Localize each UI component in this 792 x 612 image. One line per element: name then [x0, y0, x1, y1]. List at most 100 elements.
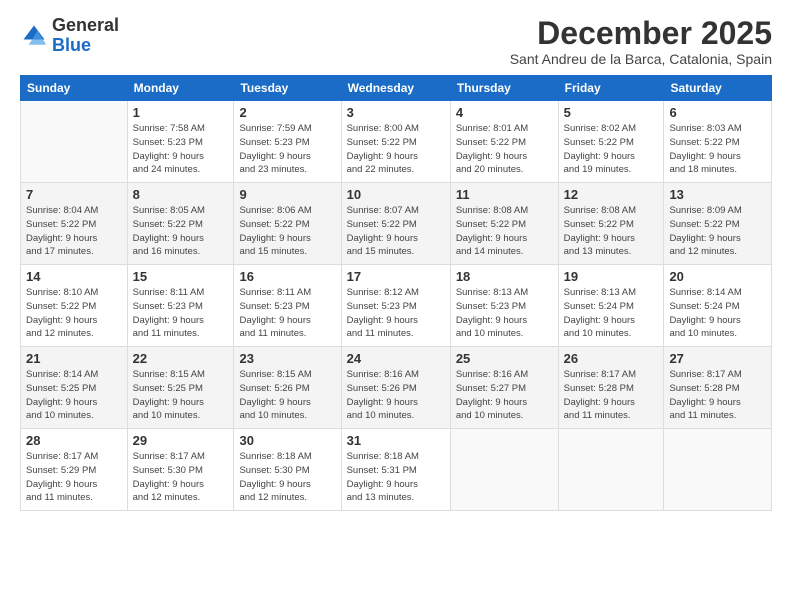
col-wednesday: Wednesday [341, 76, 450, 101]
table-row: 22 Sunrise: 8:15 AM Sunset: 5:25 PM Dayli… [127, 347, 234, 429]
col-monday: Monday [127, 76, 234, 101]
day-info: Sunrise: 8:11 AM Sunset: 5:23 PM Dayligh… [133, 286, 229, 341]
table-row: 8 Sunrise: 8:05 AM Sunset: 5:22 PM Daylig… [127, 183, 234, 265]
day-info: Sunrise: 8:18 AM Sunset: 5:30 PM Dayligh… [239, 450, 335, 505]
day-info: Sunrise: 8:16 AM Sunset: 5:27 PM Dayligh… [456, 368, 553, 423]
day-info: Sunrise: 7:59 AM Sunset: 5:23 PM Dayligh… [239, 122, 335, 177]
table-row: 21Sunrise: 8:14 AM Sunset: 5:25 PM Dayli… [21, 347, 128, 429]
table-row: 26 Sunrise: 8:17 AM Sunset: 5:28 PM Dayli… [558, 347, 664, 429]
page: General Blue December 2025 Sant Andreu d… [0, 0, 792, 612]
logo: General Blue [20, 16, 119, 56]
table-row: 23 Sunrise: 8:15 AM Sunset: 5:26 PM Dayli… [234, 347, 341, 429]
day-info: Sunrise: 8:18 AM Sunset: 5:31 PM Dayligh… [347, 450, 445, 505]
calendar-week-row: 14 Sunrise: 8:10 AM Sunset: 5:22 PM Dayli… [21, 265, 772, 347]
logo-text: General Blue [52, 16, 119, 56]
table-row: 20 Sunrise: 8:14 AM Sunset: 5:24 PM Dayli… [664, 265, 772, 347]
col-sunday: Sunday [21, 76, 128, 101]
col-tuesday: Tuesday [234, 76, 341, 101]
header: General Blue December 2025 Sant Andreu d… [20, 16, 772, 67]
day-info: Sunrise: 8:10 AM Sunset: 5:22 PM Dayligh… [26, 286, 122, 341]
table-row: 5Sunrise: 8:02 AM Sunset: 5:22 PM Daylig… [558, 101, 664, 183]
day-info: Sunrise: 8:11 AM Sunset: 5:23 PM Dayligh… [239, 286, 335, 341]
day-number: 2 [239, 105, 335, 120]
day-info: Sunrise: 8:13 AM Sunset: 5:24 PM Dayligh… [564, 286, 659, 341]
day-info: Sunrise: 8:02 AM Sunset: 5:22 PM Dayligh… [564, 122, 659, 177]
day-number: 7 [26, 187, 122, 202]
calendar-week-row: 21Sunrise: 8:14 AM Sunset: 5:25 PM Dayli… [21, 347, 772, 429]
table-row: 4 Sunrise: 8:01 AM Sunset: 5:22 PM Daylig… [450, 101, 558, 183]
day-number: 24 [347, 351, 445, 366]
col-thursday: Thursday [450, 76, 558, 101]
table-row: 15Sunrise: 8:11 AM Sunset: 5:23 PM Dayli… [127, 265, 234, 347]
table-row: 29Sunrise: 8:17 AM Sunset: 5:30 PM Dayli… [127, 429, 234, 511]
title-block: December 2025 Sant Andreu de la Barca, C… [510, 16, 772, 67]
table-row [21, 101, 128, 183]
day-info: Sunrise: 8:15 AM Sunset: 5:26 PM Dayligh… [239, 368, 335, 423]
table-row: 9 Sunrise: 8:06 AM Sunset: 5:22 PM Daylig… [234, 183, 341, 265]
day-number: 27 [669, 351, 766, 366]
day-info: Sunrise: 8:17 AM Sunset: 5:28 PM Dayligh… [564, 368, 659, 423]
day-info: Sunrise: 8:08 AM Sunset: 5:22 PM Dayligh… [564, 204, 659, 259]
table-row: 11Sunrise: 8:08 AM Sunset: 5:22 PM Dayli… [450, 183, 558, 265]
day-info: Sunrise: 8:00 AM Sunset: 5:22 PM Dayligh… [347, 122, 445, 177]
day-info: Sunrise: 8:17 AM Sunset: 5:29 PM Dayligh… [26, 450, 122, 505]
table-row: 24 Sunrise: 8:16 AM Sunset: 5:26 PM Dayli… [341, 347, 450, 429]
day-number: 10 [347, 187, 445, 202]
table-row: 27 Sunrise: 8:17 AM Sunset: 5:28 PM Dayli… [664, 347, 772, 429]
table-row: 28 Sunrise: 8:17 AM Sunset: 5:29 PM Dayli… [21, 429, 128, 511]
location: Sant Andreu de la Barca, Catalonia, Spai… [510, 51, 772, 67]
day-number: 20 [669, 269, 766, 284]
day-number: 28 [26, 433, 122, 448]
day-info: Sunrise: 8:07 AM Sunset: 5:22 PM Dayligh… [347, 204, 445, 259]
table-row: 31Sunrise: 8:18 AM Sunset: 5:31 PM Dayli… [341, 429, 450, 511]
day-info: Sunrise: 8:05 AM Sunset: 5:22 PM Dayligh… [133, 204, 229, 259]
day-info: Sunrise: 8:09 AM Sunset: 5:22 PM Dayligh… [669, 204, 766, 259]
table-row: 2 Sunrise: 7:59 AM Sunset: 5:23 PM Daylig… [234, 101, 341, 183]
table-row [664, 429, 772, 511]
table-row [558, 429, 664, 511]
day-number: 22 [133, 351, 229, 366]
day-number: 8 [133, 187, 229, 202]
day-number: 26 [564, 351, 659, 366]
day-number: 12 [564, 187, 659, 202]
calendar-table: Sunday Monday Tuesday Wednesday Thursday… [20, 75, 772, 511]
table-row: 17Sunrise: 8:12 AM Sunset: 5:23 PM Dayli… [341, 265, 450, 347]
day-info: Sunrise: 8:14 AM Sunset: 5:25 PM Dayligh… [26, 368, 122, 423]
calendar-week-row: 7Sunrise: 8:04 AM Sunset: 5:22 PM Daylig… [21, 183, 772, 265]
col-saturday: Saturday [664, 76, 772, 101]
table-row: 18 Sunrise: 8:13 AM Sunset: 5:23 PM Dayli… [450, 265, 558, 347]
day-number: 3 [347, 105, 445, 120]
table-row: 3 Sunrise: 8:00 AM Sunset: 5:22 PM Daylig… [341, 101, 450, 183]
day-info: Sunrise: 8:15 AM Sunset: 5:25 PM Dayligh… [133, 368, 229, 423]
day-info: Sunrise: 8:01 AM Sunset: 5:22 PM Dayligh… [456, 122, 553, 177]
table-row: 13 Sunrise: 8:09 AM Sunset: 5:22 PM Dayli… [664, 183, 772, 265]
calendar-week-row: 1 Sunrise: 7:58 AM Sunset: 5:23 PM Daylig… [21, 101, 772, 183]
day-info: Sunrise: 8:17 AM Sunset: 5:28 PM Dayligh… [669, 368, 766, 423]
table-row: 12 Sunrise: 8:08 AM Sunset: 5:22 PM Dayli… [558, 183, 664, 265]
day-number: 9 [239, 187, 335, 202]
month-title: December 2025 [510, 16, 772, 51]
table-row: 25Sunrise: 8:16 AM Sunset: 5:27 PM Dayli… [450, 347, 558, 429]
day-number: 18 [456, 269, 553, 284]
day-number: 6 [669, 105, 766, 120]
day-info: Sunrise: 8:13 AM Sunset: 5:23 PM Dayligh… [456, 286, 553, 341]
day-number: 29 [133, 433, 229, 448]
calendar-header-row: Sunday Monday Tuesday Wednesday Thursday… [21, 76, 772, 101]
day-number: 1 [133, 105, 229, 120]
day-number: 13 [669, 187, 766, 202]
table-row [450, 429, 558, 511]
day-info: Sunrise: 8:06 AM Sunset: 5:22 PM Dayligh… [239, 204, 335, 259]
day-number: 17 [347, 269, 445, 284]
table-row: 14 Sunrise: 8:10 AM Sunset: 5:22 PM Dayli… [21, 265, 128, 347]
day-number: 4 [456, 105, 553, 120]
day-info: Sunrise: 8:08 AM Sunset: 5:22 PM Dayligh… [456, 204, 553, 259]
day-info: Sunrise: 8:16 AM Sunset: 5:26 PM Dayligh… [347, 368, 445, 423]
logo-icon [20, 22, 48, 50]
day-info: Sunrise: 7:58 AM Sunset: 5:23 PM Dayligh… [133, 122, 229, 177]
day-number: 16 [239, 269, 335, 284]
day-number: 14 [26, 269, 122, 284]
day-info: Sunrise: 8:14 AM Sunset: 5:24 PM Dayligh… [669, 286, 766, 341]
day-number: 23 [239, 351, 335, 366]
col-friday: Friday [558, 76, 664, 101]
calendar-week-row: 28 Sunrise: 8:17 AM Sunset: 5:29 PM Dayli… [21, 429, 772, 511]
